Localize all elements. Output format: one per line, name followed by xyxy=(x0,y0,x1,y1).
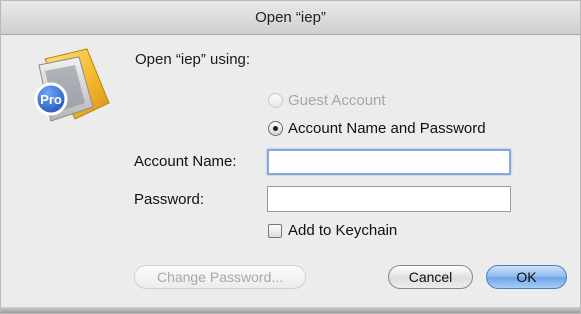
account-name-password-option[interactable]: Account Name and Password xyxy=(268,120,486,137)
guest-account-radio[interactable] xyxy=(268,93,283,108)
guest-account-option[interactable]: Guest Account xyxy=(268,92,386,109)
add-to-keychain-option[interactable]: Add to Keychain xyxy=(268,222,397,239)
account-name-password-radio[interactable] xyxy=(268,121,283,136)
add-to-keychain-label: Add to Keychain xyxy=(288,222,398,239)
change-password-button[interactable]: Change Password... xyxy=(134,265,306,289)
ok-button[interactable]: OK xyxy=(486,265,567,289)
add-to-keychain-checkbox[interactable] xyxy=(268,223,282,238)
open-file-dialog: Open “iep” Pro Open “iep” using: Guest A… xyxy=(0,0,581,314)
window-bottom-edge xyxy=(1,307,580,313)
window-title: Open “iep” xyxy=(1,1,580,35)
keynote-pro-icon: Pro xyxy=(34,48,110,122)
open-using-prompt: Open “iep” using: xyxy=(135,51,251,68)
pro-badge-text: Pro xyxy=(40,92,62,107)
account-name-password-label: Account Name and Password xyxy=(288,120,486,137)
password-input[interactable] xyxy=(267,186,511,212)
password-label: Password: xyxy=(134,191,205,208)
guest-account-label: Guest Account xyxy=(288,92,386,109)
account-name-input[interactable] xyxy=(267,149,511,175)
cancel-button[interactable]: Cancel xyxy=(388,265,473,289)
app-icon: Pro xyxy=(31,45,115,129)
account-name-label: Account Name: xyxy=(134,153,237,170)
